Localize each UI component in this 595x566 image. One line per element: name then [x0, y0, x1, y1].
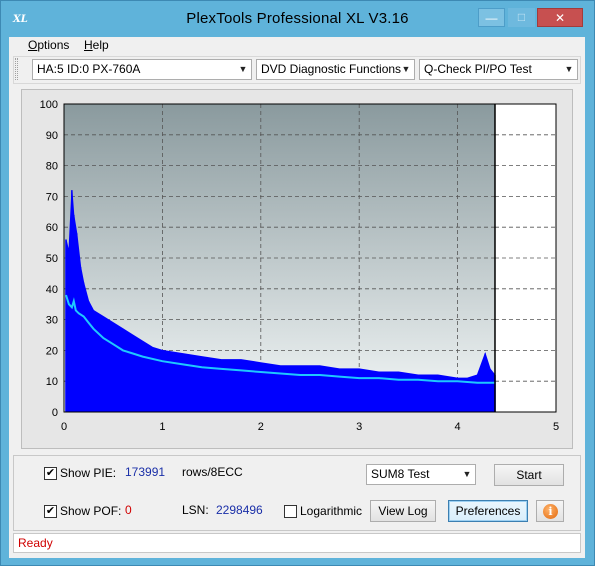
app-window: XL PlexTools Professional XL V3.16 — □ ✕… — [0, 0, 595, 566]
toolbar-grip[interactable] — [15, 58, 18, 80]
client-area: Options Help HA:5 ID:0 PX-760A ▼ DVD Dia… — [9, 37, 585, 558]
y-tick-label: 50 — [46, 253, 58, 265]
lsn-value: 2298496 — [216, 503, 263, 517]
start-button[interactable]: Start — [494, 464, 564, 486]
sum-test-select-value: SUM8 Test — [371, 467, 430, 481]
x-tick-label: 0 — [61, 421, 67, 433]
pie-value: 173991 — [125, 465, 166, 479]
y-tick-label: 40 — [46, 284, 58, 296]
test-select[interactable]: Q-Check PI/PO Test ▼ — [419, 59, 578, 80]
window-title: PlexTools Professional XL V3.16 — [186, 10, 409, 27]
y-tick-label: 100 — [40, 99, 58, 111]
status-bar: Ready — [13, 533, 581, 553]
logarithmic-checkbox[interactable] — [284, 505, 297, 518]
controls-panel: ✔ Show PIE: 173991 rows/8ECC ✔ Show POF:… — [13, 455, 581, 531]
menu-bar: Options Help — [9, 37, 585, 55]
view-log-button[interactable]: View Log — [370, 500, 436, 522]
show-pie-label: Show PIE: — [60, 466, 117, 480]
menu-help-label: elp — [92, 38, 109, 52]
chart-panel: 0 10 20 30 40 50 60 70 80 90 100 0 1 2 3 4 5 — [21, 89, 573, 449]
show-poe-label: Show POF: — [60, 504, 122, 518]
minimize-button[interactable]: — — [478, 8, 505, 27]
chevron-down-icon: ▼ — [462, 469, 472, 479]
preferences-button[interactable]: Preferences — [448, 500, 528, 522]
test-select-value: Q-Check PI/PO Test — [424, 62, 532, 76]
status-text: Ready — [18, 536, 53, 550]
lsn-label: LSN: — [182, 503, 209, 517]
x-tick-label: 1 — [159, 421, 165, 433]
chevron-down-icon: ▼ — [238, 64, 248, 74]
y-tick-label: 80 — [46, 161, 58, 173]
sum-test-select[interactable]: SUM8 Test ▼ — [366, 464, 476, 485]
menu-help[interactable]: Help — [84, 38, 109, 52]
menu-help-accel: H — [84, 38, 93, 52]
close-button[interactable]: ✕ — [537, 8, 583, 27]
show-pie-checkbox[interactable]: ✔ — [44, 467, 57, 480]
maximize-button[interactable]: □ — [508, 8, 535, 27]
title-bar[interactable]: XL PlexTools Professional XL V3.16 — □ ✕ — [1, 1, 594, 37]
function-select[interactable]: DVD Diagnostic Functions ▼ — [256, 59, 415, 80]
y-tick-label: 90 — [46, 130, 58, 142]
x-tick-label: 2 — [258, 421, 264, 433]
y-tick-label: 60 — [46, 222, 58, 234]
logarithmic-label: Logarithmic — [300, 504, 363, 518]
chevron-down-icon: ▼ — [401, 64, 411, 74]
info-icon: i — [543, 504, 558, 519]
info-button[interactable]: i — [536, 500, 564, 522]
drive-select[interactable]: HA:5 ID:0 PX-760A ▼ — [32, 59, 252, 80]
y-tick-label: 0 — [52, 407, 58, 419]
pie-unit: rows/8ECC — [182, 465, 243, 479]
menu-options[interactable]: Options — [28, 38, 69, 52]
y-tick-label: 30 — [46, 315, 58, 327]
drive-select-value: HA:5 ID:0 PX-760A — [37, 62, 141, 76]
menu-options-label: ptions — [37, 38, 70, 52]
menu-options-accel: O — [28, 38, 38, 52]
poe-value: 0 — [125, 503, 132, 517]
x-tick-label: 3 — [356, 421, 362, 433]
check-icon: ✔ — [45, 505, 56, 517]
y-tick-label: 70 — [46, 191, 58, 203]
pi-po-chart: 0 10 20 30 40 50 60 70 80 90 100 0 1 2 3 4 5 — [40, 99, 559, 433]
chevron-down-icon: ▼ — [564, 64, 574, 74]
x-tick-label: 4 — [455, 421, 461, 433]
y-tick-label: 10 — [46, 376, 58, 388]
show-poe-checkbox[interactable]: ✔ — [44, 505, 57, 518]
check-icon: ✔ — [45, 467, 56, 479]
y-tick-label: 20 — [46, 345, 58, 357]
x-tick-label: 5 — [553, 421, 559, 433]
function-select-value: DVD Diagnostic Functions — [261, 62, 402, 76]
